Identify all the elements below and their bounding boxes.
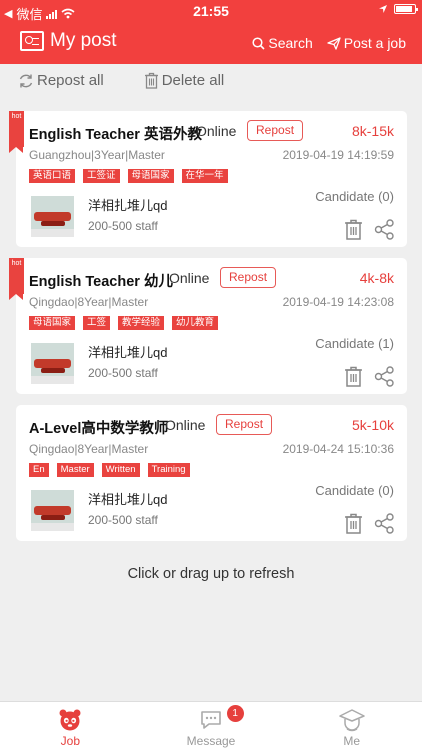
company-name: 洋相扎堆儿qd [88,198,168,213]
tab-bar: Job 1 Message Me [0,701,422,750]
status-bar: ◀ 微信 21:55 [0,0,422,22]
job-tag: Training [147,463,190,477]
candidate-count[interactable]: Candidate (0) [315,189,394,204]
card-icon [20,31,44,51]
tab-me-label: Me [343,734,361,748]
job-mode: Online [165,417,206,433]
job-date: 2019-04-19 14:19:59 [282,148,394,162]
company-logo [31,196,74,237]
job-salary: 8k-15k [351,123,394,139]
job-salary: 5k-10k [351,417,394,433]
job-tag: 工签证 [83,169,120,183]
share-icon[interactable] [374,513,395,534]
send-icon [327,36,341,50]
job-tag: 工签 [83,316,111,330]
tab-message[interactable]: 1 Message [141,702,282,750]
company-staff: 200-500 staff [88,513,158,527]
company-name: 洋相扎堆儿qd [88,492,168,507]
repost-button[interactable]: Repost [216,414,273,435]
job-mode: Online [196,123,237,139]
company-name: 洋相扎堆儿qd [88,345,168,360]
job-card[interactable]: hot English Teacher 幼儿 Online Repost 4k-… [9,258,407,394]
person-icon [338,709,365,732]
candidate-count[interactable]: Candidate (0) [315,483,394,498]
tag-list: En Master Written Training [29,463,190,477]
tab-me[interactable]: Me [281,702,422,750]
toolbar: Repost all Delete all [18,72,224,89]
job-card[interactable]: hot English Teacher 英语外教 Online Repost 8… [9,111,407,247]
job-tag: 教学经验 [118,316,165,330]
status-right [378,4,418,14]
repost-button[interactable]: Repost [220,267,277,288]
candidate-count[interactable]: Candidate (1) [315,336,394,351]
repost-all-button[interactable]: Repost all [18,72,104,89]
refresh-hint[interactable]: Click or drag up to refresh [0,566,422,582]
job-salary: 4k-8k [359,270,394,286]
job-title: English Teacher 英语外教 [29,127,202,143]
job-title: A-Level高中数学教师 [29,421,169,437]
delete-all-button[interactable]: Delete all [144,72,225,89]
hot-badge: hot [9,258,24,300]
search-label: Search [268,35,313,51]
company-logo [31,343,74,384]
search-icon [252,36,265,50]
hot-badge: hot [9,111,24,153]
job-tag: 幼儿教育 [172,316,219,330]
trash-icon [144,72,158,89]
job-tag: En [29,463,49,477]
company-staff: 200-500 staff [88,219,158,233]
chat-icon [201,711,221,729]
tag-list: 母语国家 工签 教学经验 幼儿教育 [29,316,219,330]
app-header: My post Search Post a job [0,22,422,64]
job-tag: 英语口语 [29,169,76,183]
tab-job-label: Job [60,734,81,748]
tag-list: 英语口语 工签证 母语国家 在华一年 [29,169,228,183]
status-time: 21:55 [193,3,229,19]
page-title-group: My post [20,30,117,52]
job-tag: Written [101,463,140,477]
job-date: 2019-04-24 15:10:36 [282,442,394,456]
page-title: My post [50,30,117,51]
repost-button[interactable]: Repost [247,120,304,141]
job-meta: Guangzhou|3Year|Master [29,148,165,162]
job-tag: 母语国家 [127,169,174,183]
tab-job[interactable]: Job [0,702,141,750]
job-tag: 母语国家 [29,316,76,330]
job-meta: Qingdao|8Year|Master [29,295,149,309]
trash-icon[interactable] [344,366,363,387]
battery-icon [394,4,418,14]
delete-all-label: Delete all [161,72,225,89]
panda-icon [59,709,81,731]
job-tag: Master [56,463,94,477]
share-icon[interactable] [374,219,395,240]
search-button[interactable]: Search [252,35,313,51]
refresh-icon [19,74,33,87]
location-icon [379,5,387,13]
job-date: 2019-04-19 14:23:08 [282,295,394,309]
tab-message-label: Message [186,734,236,748]
job-mode: Online [169,270,210,286]
trash-icon[interactable] [344,513,363,534]
header-actions: Search Post a job [252,35,406,51]
job-title: English Teacher 幼儿 [29,274,173,290]
job-card[interactable]: A-Level高中数学教师 Online Repost 5k-10k Qingd… [16,405,407,541]
trash-icon[interactable] [344,219,363,240]
post-job-button[interactable]: Post a job [327,35,406,51]
company-staff: 200-500 staff [88,366,158,380]
post-job-label: Post a job [343,35,406,51]
job-meta: Qingdao|8Year|Master [29,442,149,456]
repost-all-label: Repost all [37,72,104,89]
company-logo [31,490,74,531]
share-icon[interactable] [374,366,395,387]
job-tag: 在华一年 [181,169,228,183]
message-badge: 1 [226,705,244,722]
